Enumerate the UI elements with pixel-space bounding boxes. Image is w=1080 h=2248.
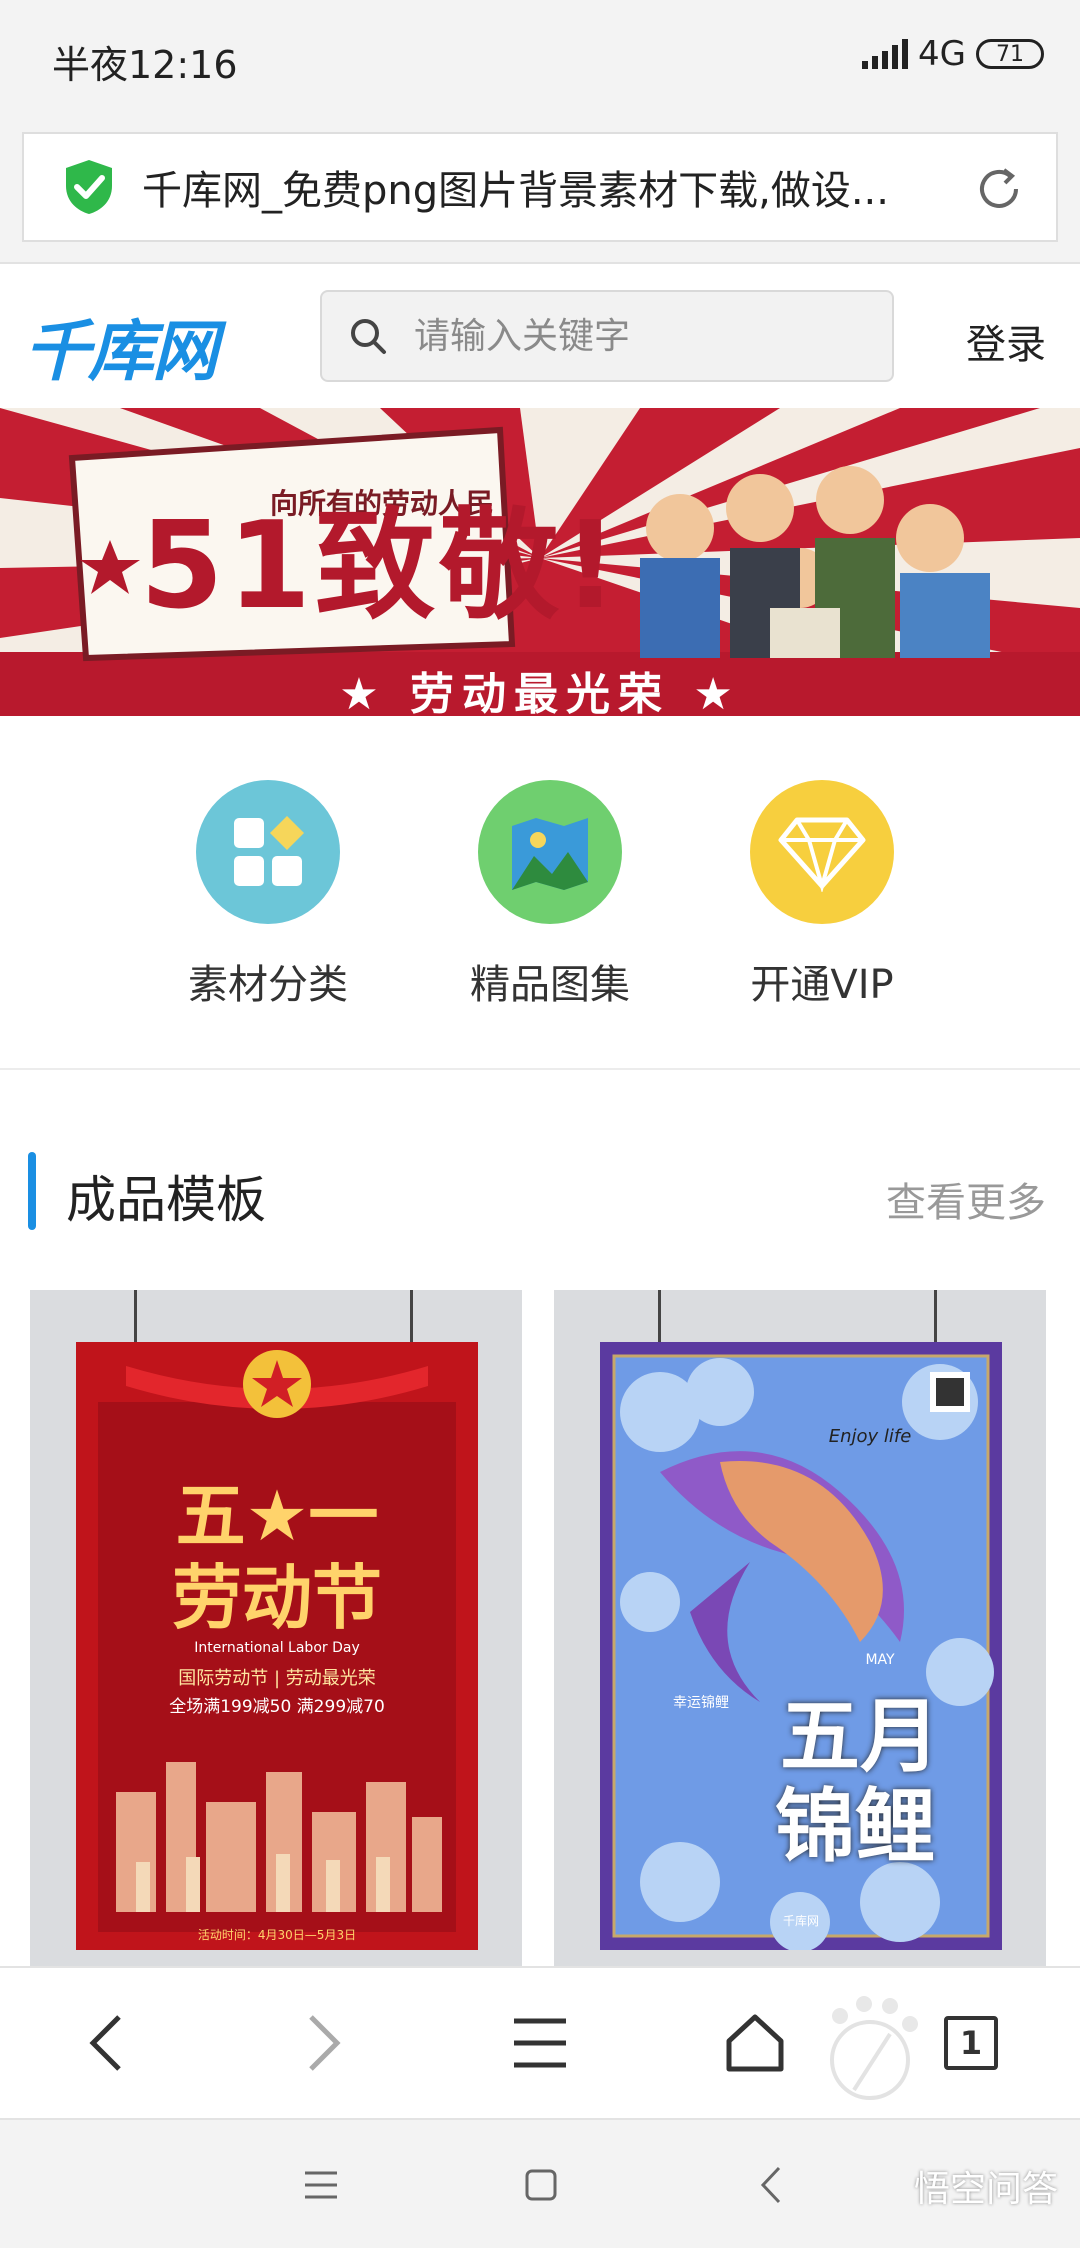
url-bar[interactable]: 千库网_免费png图片背景素材下载,做设... xyxy=(22,132,1058,242)
poster-hook xyxy=(658,1290,672,1346)
page-title: 千库网_免费png图片背景素材下载,做设... xyxy=(142,168,889,214)
status-bar: 半夜12:16 4G 71 xyxy=(0,0,1080,116)
chevron-right-icon xyxy=(309,2015,341,2071)
network-type: 4G xyxy=(918,34,966,74)
poster-tag: 国际劳动节 | 劳动最光荣 xyxy=(178,1668,376,1689)
signal-icon xyxy=(862,39,909,69)
grid-icon xyxy=(196,780,340,924)
recents-icon xyxy=(305,2171,337,2199)
chevron-left-icon xyxy=(760,2166,781,2204)
poster-date: 活动时间：4月30日—5月3日 xyxy=(197,1928,357,1942)
section-accent-bar xyxy=(28,1152,36,1230)
category-label: 素材分类 xyxy=(188,962,348,1008)
poster-brand: 千库网 xyxy=(782,1914,819,1928)
battery-icon: 71 xyxy=(976,39,1044,69)
battery-level: 71 xyxy=(996,41,1024,67)
template-card[interactable]: Enjoy life MAY 五月 锦鲤 幸运锦鲤 千库网 xyxy=(554,1290,1046,1970)
poster-promo: 幸运锦鲤 xyxy=(673,1695,729,1711)
status-time: 半夜12:16 xyxy=(52,43,238,87)
site-header: 千库网 登录 xyxy=(0,264,1080,408)
secure-shield-icon xyxy=(66,160,112,214)
browser-url-area: 千库网_免费png图片背景素材下载,做设... xyxy=(0,116,1080,264)
poster-headline: 劳动节 xyxy=(172,1557,382,1639)
system-back-button[interactable] xyxy=(736,2150,806,2220)
poster-subtitle: Enjoy life xyxy=(828,1426,912,1447)
picture-icon xyxy=(478,780,622,924)
category-materials[interactable]: 素材分类 xyxy=(158,780,378,1010)
poster-hook xyxy=(134,1290,148,1346)
chevron-left-icon xyxy=(89,2015,121,2071)
system-nav-bar: 悟空问答 xyxy=(0,2118,1080,2248)
search-input[interactable] xyxy=(414,315,854,357)
poster-promo: 全场满199减50 满299减70 xyxy=(169,1697,385,1717)
watermark-text: 悟空问答 xyxy=(913,2169,1058,2210)
poster-subtitle: International Labor Day xyxy=(194,1640,360,1656)
section-title: 成品模板 xyxy=(66,1171,266,1229)
browser-toolbar: 1 xyxy=(0,1966,1080,2118)
watermark-icon xyxy=(830,1996,918,2100)
search-icon xyxy=(351,319,386,354)
tabs-button[interactable]: 1 xyxy=(936,2008,1006,2078)
home-icon xyxy=(726,2014,784,2072)
view-more-link[interactable]: 查看更多 xyxy=(886,1170,1046,1228)
poster-hook xyxy=(410,1290,424,1346)
login-link[interactable]: 登录 xyxy=(966,312,1046,370)
poster-tag: MAY xyxy=(865,1652,895,1668)
template-thumbnail: 五★一 劳动节 International Labor Day 国际劳动节 | … xyxy=(76,1342,478,1950)
menu-icon xyxy=(514,2018,566,2068)
template-thumbnail: Enjoy life MAY 五月 锦鲤 幸运锦鲤 千库网 xyxy=(600,1342,1002,1950)
site-logo[interactable]: 千库网 xyxy=(24,298,218,394)
category-label: 开通VIP xyxy=(750,962,894,1008)
home-button[interactable] xyxy=(720,2008,790,2078)
category-label: 精品图集 xyxy=(470,962,630,1008)
search-box[interactable] xyxy=(320,290,894,382)
forward-button[interactable] xyxy=(288,2008,358,2078)
banner-slogan: ★ 劳动最光荣 ★ xyxy=(339,669,741,716)
menu-button[interactable] xyxy=(505,2008,575,2078)
banner-title: 51致敬! xyxy=(140,497,622,636)
diamond-icon xyxy=(750,780,894,924)
reload-icon[interactable] xyxy=(972,162,1026,216)
status-indicators: 4G 71 xyxy=(862,34,1044,74)
category-vip[interactable]: 开通VIP xyxy=(712,780,932,1010)
square-icon xyxy=(525,2169,557,2201)
system-home-button[interactable] xyxy=(506,2150,576,2220)
tab-count: 1 xyxy=(944,2016,998,2070)
back-button[interactable] xyxy=(72,2008,142,2078)
template-card[interactable]: 五★一 劳动节 International Labor Day 国际劳动节 | … xyxy=(30,1290,522,1970)
promo-banner[interactable]: 向所有的劳动人民 51致敬! ★ 劳动最光荣 ★ xyxy=(0,408,1080,716)
poster-hook xyxy=(934,1290,948,1346)
section-header: 成品模板 查看更多 xyxy=(0,1140,1080,1240)
category-nav: 素材分类 精品图集 开通VIP xyxy=(0,716,1080,1070)
poster-headline: 锦鲤 xyxy=(775,1780,935,1873)
recents-button[interactable] xyxy=(286,2150,356,2220)
category-galleries[interactable]: 精品图集 xyxy=(440,780,660,1010)
